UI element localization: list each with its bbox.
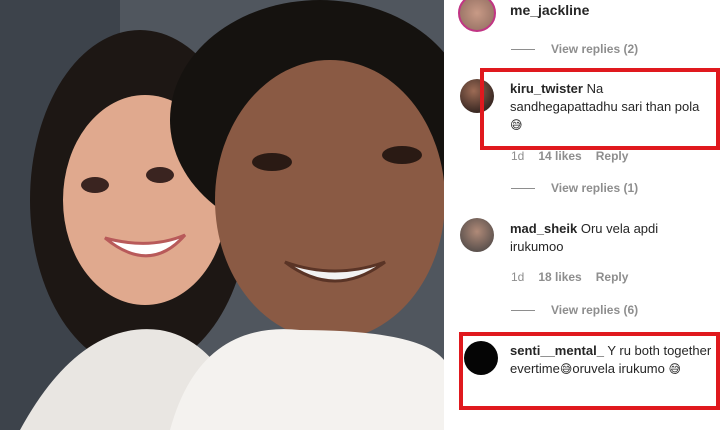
comment-meta-1: 1d 14 likes Reply	[511, 149, 628, 163]
comment-age: 1d	[511, 270, 525, 284]
view-replies-top[interactable]: View replies (2)	[511, 42, 638, 56]
comment-age: 1d	[511, 149, 525, 163]
highlight-box-1	[480, 68, 720, 150]
avatar-me-jackline[interactable]	[458, 0, 496, 32]
view-replies-1[interactable]: View replies (1)	[511, 181, 638, 195]
reply-button[interactable]: Reply	[596, 270, 629, 284]
photo-illustration	[0, 0, 444, 430]
likes-count[interactable]: 18 likes	[538, 270, 581, 284]
username-mad-sheik[interactable]: mad_sheik	[510, 221, 577, 236]
divider-line	[511, 188, 535, 190]
avatar-mad-sheik[interactable]	[460, 218, 494, 252]
comment-mad-sheik: mad_sheik Oru vela apdi irukumoo	[510, 220, 710, 256]
reply-button[interactable]: Reply	[596, 149, 629, 163]
divider-line	[511, 49, 535, 51]
view-replies-2[interactable]: View replies (6)	[511, 303, 638, 317]
top-username[interactable]: me_jackline	[510, 2, 589, 18]
comment-meta-2: 1d 18 likes Reply	[511, 270, 628, 284]
highlight-box-2	[459, 332, 720, 410]
comments-panel: me_jackline View replies (2) kiru_twiste…	[444, 0, 720, 430]
likes-count[interactable]: 14 likes	[538, 149, 581, 163]
divider-line	[511, 310, 535, 312]
post-photo	[0, 0, 444, 430]
